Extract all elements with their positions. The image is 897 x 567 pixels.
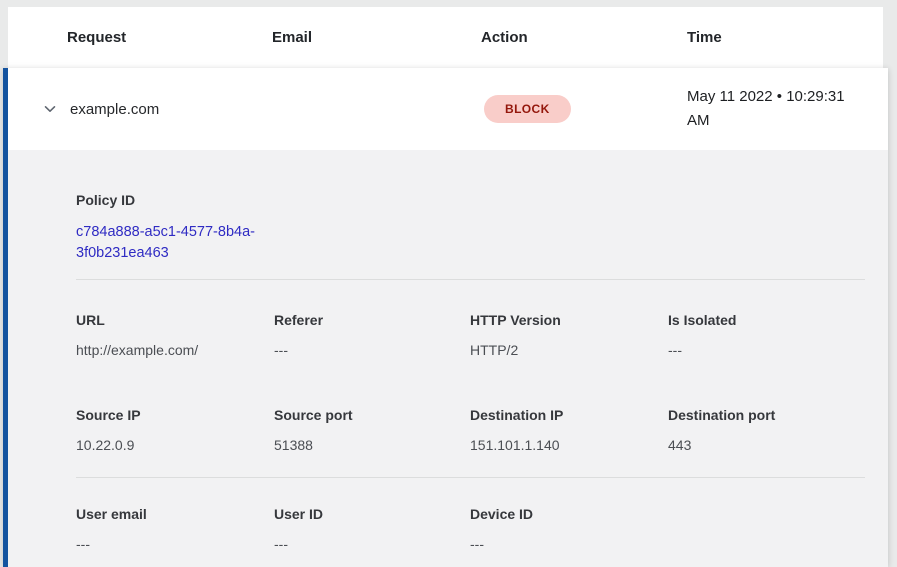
field-label: Referer (274, 312, 456, 329)
column-header-email: Email (272, 29, 481, 46)
field-destination-ip: Destination IP 151.101.1.140 (470, 407, 668, 454)
field-value: 443 (668, 437, 851, 454)
field-label: URL (76, 312, 260, 329)
field-value: --- (274, 342, 456, 359)
policy-id-label: Policy ID (76, 192, 865, 209)
chevron-down-icon (42, 101, 58, 117)
field-value: --- (470, 536, 851, 553)
field-label: HTTP Version (470, 312, 654, 329)
row-time-value: May 11 2022 • 10:29:31 AM (687, 85, 865, 133)
expanded-log-entry: example.com BLOCK May 11 2022 • 10:29:31… (3, 68, 888, 567)
field-url: URL http://example.com/ (76, 312, 274, 359)
field-referer: Referer --- (274, 312, 470, 359)
policy-id-section: Policy ID c784a888-a5c1-4577-8b4a-3f0b23… (76, 192, 865, 264)
field-value: 10.22.0.9 (76, 437, 260, 454)
field-source-ip: Source IP 10.22.0.9 (76, 407, 274, 454)
field-value: 51388 (274, 437, 456, 454)
field-label: Device ID (470, 506, 851, 523)
field-label: Source IP (76, 407, 260, 424)
field-is-isolated: Is Isolated --- (668, 312, 865, 359)
field-value: --- (76, 536, 260, 553)
section-divider (76, 279, 865, 280)
section-divider (76, 477, 865, 478)
column-header-request: Request (67, 29, 272, 46)
row-request-value: example.com (70, 101, 272, 118)
field-user-id: User ID --- (274, 506, 470, 553)
table-header: Request Email Action Time (8, 7, 883, 68)
field-destination-port: Destination port 443 (668, 407, 865, 454)
column-header-action: Action (481, 29, 687, 46)
field-source-port: Source port 51388 (274, 407, 470, 454)
field-label: User ID (274, 506, 456, 523)
field-device-id: Device ID --- (470, 506, 865, 553)
field-value: --- (668, 342, 851, 359)
network-details-row: Source IP 10.22.0.9 Source port 51388 De… (76, 407, 865, 454)
field-value: http://example.com/ (76, 342, 260, 359)
field-label: Source port (274, 407, 456, 424)
field-value: --- (274, 536, 456, 553)
field-user-email: User email --- (76, 506, 274, 553)
field-value: 151.101.1.140 (470, 437, 654, 454)
field-label: Destination port (668, 407, 851, 424)
detail-panel: Policy ID c784a888-a5c1-4577-8b4a-3f0b23… (8, 150, 888, 553)
row-expander-button[interactable] (42, 101, 58, 117)
field-value: HTTP/2 (470, 342, 654, 359)
http-details-row: URL http://example.com/ Referer --- HTTP… (76, 312, 865, 359)
field-label: Destination IP (470, 407, 654, 424)
field-label: User email (76, 506, 260, 523)
table-row[interactable]: example.com BLOCK May 11 2022 • 10:29:31… (8, 68, 888, 150)
field-label: Is Isolated (668, 312, 851, 329)
action-block-badge: BLOCK (484, 95, 571, 123)
field-http-version: HTTP Version HTTP/2 (470, 312, 668, 359)
policy-id-link[interactable]: c784a888-a5c1-4577-8b4a-3f0b231ea463 (76, 222, 288, 264)
column-header-time: Time (687, 29, 883, 46)
user-details-row: User email --- User ID --- Device ID --- (76, 506, 865, 553)
